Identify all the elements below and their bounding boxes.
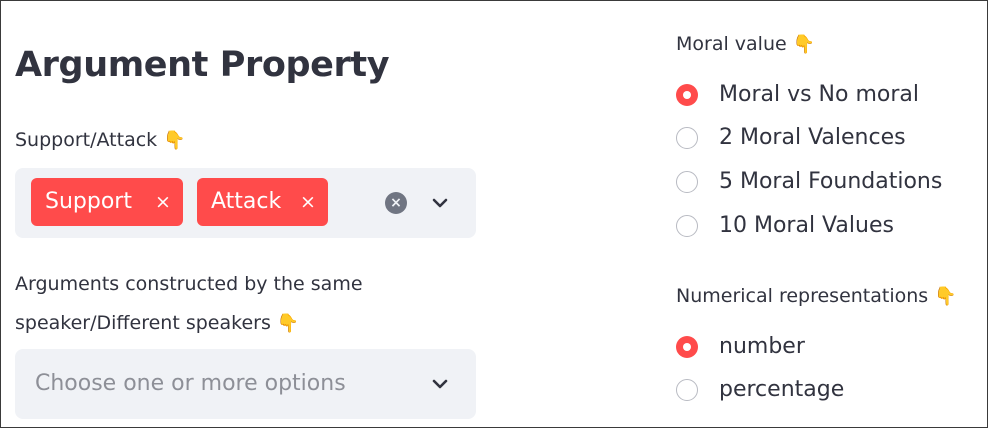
radio-label: Moral vs No moral <box>719 82 919 107</box>
radio-10-moral-values[interactable]: 10 Moral Values <box>676 207 976 247</box>
tag-support-remove-icon[interactable]: × <box>155 178 171 226</box>
speakers-label-line1: Arguments constructed by the same <box>15 273 363 295</box>
moral-value-label-text: Moral value <box>676 33 787 55</box>
clear-all-icon[interactable]: × <box>385 192 407 214</box>
radio-moral-vs-no-moral[interactable]: Moral vs No moral <box>676 76 976 116</box>
radio-label: 2 Moral Valences <box>719 125 906 150</box>
pointing-down-icon: 👇 <box>934 286 957 307</box>
radio-unselected-icon[interactable] <box>676 215 698 237</box>
tag-attack-remove-icon[interactable]: × <box>300 178 316 226</box>
radio-label: 5 Moral Foundations <box>719 169 943 194</box>
page-title: Argument Property <box>15 45 390 85</box>
radio-unselected-icon[interactable] <box>676 171 698 193</box>
tag-attack: Attack × <box>197 178 328 226</box>
radio-number[interactable]: number <box>676 328 976 368</box>
speakers-label-line2: speaker/Different speakers 👇 <box>15 304 299 343</box>
radio-selected-icon[interactable] <box>676 336 698 358</box>
moral-value-label: Moral value 👇 <box>676 25 815 64</box>
speakers-placeholder: Choose one or more options <box>35 371 346 396</box>
radio-label: percentage <box>719 377 845 402</box>
tag-support: Support × <box>31 178 183 226</box>
radio-2-moral-valences[interactable]: 2 Moral Valences <box>676 119 976 159</box>
pointing-down-icon: 👇 <box>792 34 816 55</box>
support-attack-label-text: Support/Attack <box>15 129 158 151</box>
pointing-down-icon: 👇 <box>276 313 300 334</box>
radio-unselected-icon[interactable] <box>676 379 698 401</box>
tag-support-label: Support <box>45 189 132 214</box>
speakers-label-line2-text: speaker/Different speakers <box>15 312 271 334</box>
radio-label: number <box>719 334 805 359</box>
speakers-multiselect[interactable]: Choose one or more options <box>15 349 476 419</box>
radio-selected-icon[interactable] <box>676 84 698 106</box>
pointing-down-icon: 👇 <box>163 130 186 151</box>
support-attack-label: Support/Attack 👇 <box>15 121 186 160</box>
numerical-label: Numerical representations 👇 <box>676 277 957 316</box>
radio-5-moral-foundations[interactable]: 5 Moral Foundations <box>676 163 976 203</box>
radio-percentage[interactable]: percentage <box>676 371 976 411</box>
argument-property-panel: Argument Property Support/Attack 👇 Suppor… <box>0 0 988 428</box>
numerical-label-text: Numerical representations <box>676 285 929 307</box>
support-attack-multiselect[interactable]: Support × Attack × × <box>15 168 476 238</box>
radio-unselected-icon[interactable] <box>676 127 698 149</box>
tag-attack-label: Attack <box>211 189 282 214</box>
chevron-down-icon[interactable] <box>431 194 449 212</box>
chevron-down-icon[interactable] <box>431 375 449 393</box>
radio-label: 10 Moral Values <box>719 213 894 238</box>
